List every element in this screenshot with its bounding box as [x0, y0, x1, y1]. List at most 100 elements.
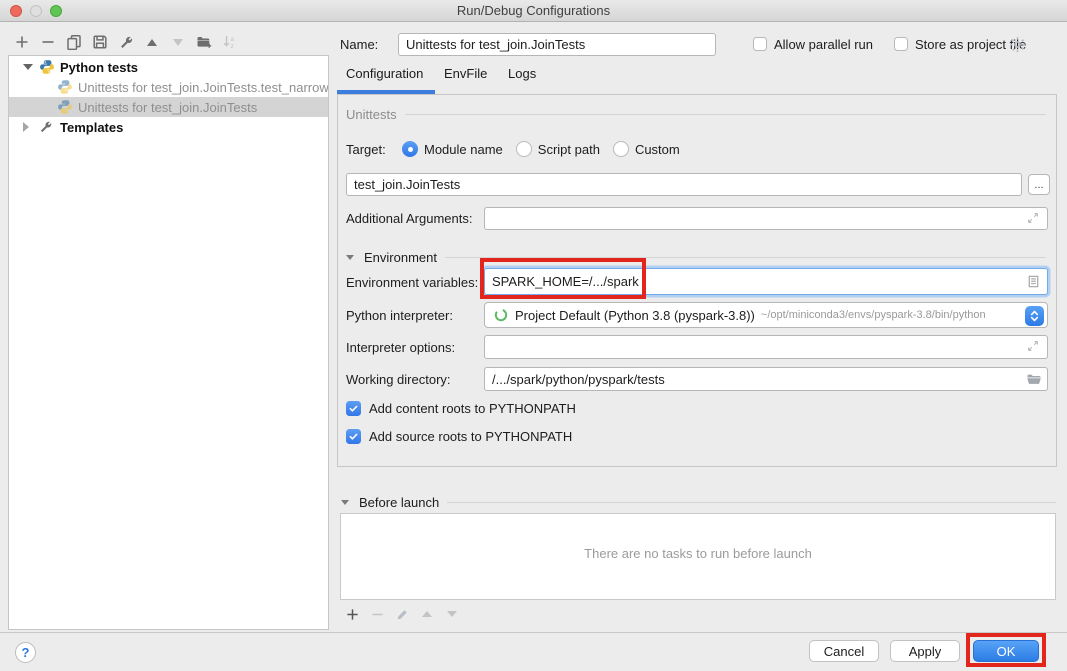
unittests-group-label: Unittests [346, 107, 397, 122]
tab-configuration[interactable]: Configuration [346, 66, 423, 86]
configurations-toolbar: a z [14, 32, 238, 52]
radio-label: Custom [635, 142, 680, 157]
folder-icon[interactable] [1026, 371, 1042, 387]
additional-arguments-label: Additional Arguments: [346, 211, 472, 226]
expand-field-icon[interactable] [1026, 339, 1042, 355]
tree-item-label: Unittests for test_join.JoinTests [78, 100, 257, 115]
python-icon [57, 79, 73, 95]
radio-icon[interactable] [613, 141, 629, 157]
tree-item-label: Unittests for test_join.JoinTests.test_n… [78, 80, 328, 95]
edit-task-icon[interactable] [395, 607, 409, 621]
wrench-icon[interactable] [118, 34, 134, 50]
zoom-window-button[interactable] [50, 5, 62, 17]
add-source-roots-checkbox-row[interactable]: Add source roots to PYTHONPATH [346, 429, 572, 444]
remove-task-icon[interactable] [370, 607, 384, 621]
environment-variables-label: Environment variables: [346, 275, 478, 290]
working-directory-value: /.../spark/python/pyspark/tests [492, 372, 665, 387]
target-label: Target: [346, 142, 402, 157]
move-down-icon[interactable] [170, 34, 186, 50]
checkbox-checked-icon[interactable] [346, 401, 361, 416]
help-button[interactable]: ? [15, 642, 36, 663]
checkbox-checked-icon[interactable] [346, 429, 361, 444]
move-up-icon[interactable] [144, 34, 160, 50]
window-title: Run/Debug Configurations [0, 0, 1067, 21]
collapse-triangle-icon[interactable] [341, 500, 349, 505]
additional-arguments-input[interactable] [484, 207, 1048, 230]
working-directory-input[interactable]: /.../spark/python/pyspark/tests [484, 367, 1048, 391]
python-interpreter-label: Python interpreter: [346, 308, 453, 323]
add-source-roots-label: Add source roots to PYTHONPATH [369, 429, 572, 444]
radio-module-name[interactable]: Module name [402, 141, 503, 157]
configuration-panel: Unittests Target: Module name Script pat… [337, 94, 1057, 467]
annotation-ok-button [966, 633, 1046, 667]
interpreter-options-label: Interpreter options: [346, 340, 455, 355]
python-icon [39, 59, 55, 75]
radio-custom[interactable]: Custom [613, 141, 680, 157]
before-launch-toolbar [345, 607, 459, 621]
module-name-input[interactable]: test_join.JoinTests [346, 173, 1022, 196]
store-as-project-file-checkbox[interactable] [894, 37, 908, 51]
add-content-roots-checkbox-row[interactable]: Add content roots to PYTHONPATH [346, 401, 576, 416]
add-task-icon[interactable] [345, 607, 359, 621]
sort-alphabetically-icon[interactable]: a z [222, 34, 238, 50]
unittests-group-header: Unittests [346, 107, 1046, 122]
allow-parallel-run-label: Allow parallel run [774, 37, 873, 52]
title-bar: Run/Debug Configurations [0, 0, 1067, 22]
name-label: Name: [340, 37, 378, 52]
save-icon[interactable] [92, 34, 108, 50]
python-interpreter-path: ~/opt/miniconda3/envs/pyspark-3.8/bin/py… [761, 309, 986, 321]
footer-divider [0, 632, 1067, 633]
allow-parallel-run-checkbox[interactable] [753, 37, 767, 51]
environment-group-label: Environment [364, 250, 437, 265]
annotation-environment-variables [480, 258, 646, 299]
edit-variables-list-icon[interactable] [1026, 274, 1042, 290]
name-input[interactable]: Unittests for test_join.JoinTests [398, 33, 716, 56]
tree-item-unittests-jointests[interactable]: Unittests for test_join.JoinTests [9, 97, 328, 117]
group-divider [405, 114, 1046, 115]
copy-icon[interactable] [66, 34, 82, 50]
move-task-up-icon[interactable] [420, 607, 434, 621]
radio-label: Module name [424, 142, 503, 157]
before-launch-group-label: Before launch [359, 495, 439, 510]
group-divider [447, 502, 1056, 503]
radio-icon[interactable] [516, 141, 532, 157]
new-folder-icon[interactable] [196, 34, 212, 50]
browse-button[interactable]: ... [1028, 174, 1050, 195]
svg-text:z: z [231, 43, 234, 50]
interpreter-options-input[interactable] [484, 335, 1048, 359]
tree-item-python-tests[interactable]: Python tests [9, 57, 328, 77]
virtualenv-icon [493, 307, 509, 323]
dropdown-stepper-icon[interactable] [1025, 306, 1044, 326]
collapse-triangle-icon[interactable] [346, 255, 354, 260]
apply-button[interactable]: Apply [890, 640, 960, 662]
run-debug-configurations-dialog: Run/Debug Configurations [0, 0, 1067, 671]
gear-icon[interactable] [1009, 36, 1026, 53]
add-content-roots-label: Add content roots to PYTHONPATH [369, 401, 576, 416]
chevron-down-icon[interactable] [23, 64, 33, 70]
working-directory-label: Working directory: [346, 372, 451, 387]
radio-icon[interactable] [402, 141, 418, 157]
move-task-down-icon[interactable] [445, 607, 459, 621]
cancel-button[interactable]: Cancel [809, 640, 879, 662]
minimize-window-button[interactable] [30, 5, 42, 17]
remove-icon[interactable] [40, 34, 56, 50]
svg-text:a: a [231, 36, 235, 43]
radio-script-path[interactable]: Script path [516, 141, 600, 157]
close-window-button[interactable] [10, 5, 22, 17]
tree-item-templates[interactable]: Templates [9, 117, 328, 137]
tab-logs[interactable]: Logs [508, 66, 536, 86]
add-icon[interactable] [14, 34, 30, 50]
tree-item-unittests-test-narrow[interactable]: Unittests for test_join.JoinTests.test_n… [9, 77, 328, 97]
before-launch-group-header[interactable]: Before launch [341, 495, 1056, 510]
before-launch-task-list: There are no tasks to run before launch [340, 513, 1056, 600]
tree-item-label: Templates [60, 120, 123, 135]
python-interpreter-select[interactable]: Project Default (Python 3.8 (pyspark-3.8… [484, 302, 1048, 328]
chevron-right-icon[interactable] [23, 122, 33, 132]
python-interpreter-value: Project Default (Python 3.8 (pyspark-3.8… [515, 308, 755, 323]
before-launch-empty-text: There are no tasks to run before launch [341, 546, 1055, 561]
expand-field-icon[interactable] [1026, 211, 1042, 227]
python-icon [57, 99, 73, 115]
wrench-icon [39, 119, 55, 135]
tab-envfile[interactable]: EnvFile [444, 66, 487, 86]
environment-group-header[interactable]: Environment [346, 250, 1046, 265]
